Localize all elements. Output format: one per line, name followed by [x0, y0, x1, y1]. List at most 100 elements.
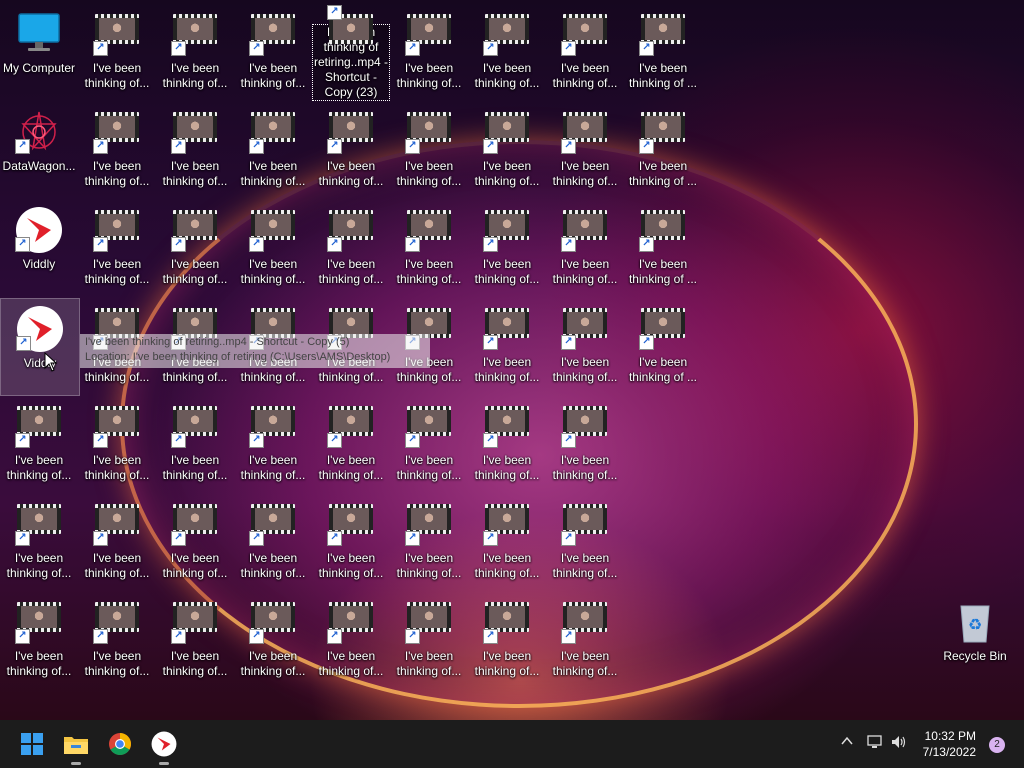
volume-button[interactable] — [890, 734, 908, 753]
video-shortcut-icon-item[interactable]: ↗ I've been thinking of... — [234, 102, 312, 198]
video-shortcut-icon-item[interactable]: ↗ I've been thinking of... — [312, 494, 390, 590]
video-shortcut-icon-item[interactable]: ↗ I've been thinking of... — [546, 298, 624, 394]
start-button[interactable] — [16, 728, 48, 760]
video-shortcut-icon-item[interactable]: ↗ I've been thinking of ... — [624, 102, 702, 198]
video-shortcut-label: I've been thinking of... — [396, 159, 462, 188]
running-indicator — [71, 762, 81, 765]
video-shortcut-icon-item[interactable]: ↗ I've been thinking of... — [390, 494, 468, 590]
video-shortcut-icon-item[interactable]: ↗ I've been thinking of... — [390, 592, 468, 688]
video-shortcut-icon-item[interactable]: ↗ I've been thinking of... — [78, 200, 156, 296]
video-shortcut-icon-item[interactable]: ↗ I've been thinking of... — [468, 200, 546, 296]
video-shortcut-label: I've been thinking of... — [240, 61, 306, 90]
shortcut-arrow-icon: ↗ — [405, 139, 420, 154]
video-shortcut-label: I've been thinking of... — [318, 551, 384, 580]
clock[interactable]: 10:32 PM 7/13/2022 — [923, 728, 976, 760]
video-shortcut-icon-item[interactable]: ↗ I've been thinking of... — [156, 396, 234, 492]
video-shortcut-icon-item[interactable]: ↗ I've been thinking of... — [234, 396, 312, 492]
video-thumbnail-icon: ↗ — [405, 500, 453, 548]
video-shortcut-label: I've been thinking of ... — [628, 159, 698, 188]
shortcut-arrow-icon: ↗ — [15, 629, 30, 644]
video-shortcut-icon-item[interactable]: ↗ I've been thinking of... — [546, 200, 624, 296]
shortcut-arrow-icon: ↗ — [93, 237, 108, 252]
video-shortcut-icon-item[interactable]: ↗ I've been thinking of... — [156, 102, 234, 198]
video-shortcut-icon-item[interactable]: ↗ I've been thinking of... — [156, 4, 234, 100]
shortcut-arrow-icon: ↗ — [561, 139, 576, 154]
show-hidden-icons-button[interactable] — [840, 734, 854, 751]
video-shortcut-icon-item[interactable]: ↗ I've been thinking of... — [78, 592, 156, 688]
video-shortcut-icon-item[interactable]: ↗ I've been thinking of... — [546, 4, 624, 100]
video-shortcut-icon-item[interactable]: ↗ I've been thinking of... — [156, 200, 234, 296]
video-thumbnail-icon: ↗ — [327, 108, 375, 156]
video-shortcut-icon-item[interactable]: ↗ I've been thinking of... — [546, 396, 624, 492]
svg-text:♻: ♻ — [968, 615, 982, 634]
video-shortcut-icon-item[interactable]: ↗ I've been thinking of... — [468, 102, 546, 198]
video-shortcut-icon-item[interactable]: ↗ I've been thinking of... — [468, 592, 546, 688]
video-shortcut-icon-item[interactable]: ↗ I've been thinking of ... — [624, 200, 702, 296]
video-shortcut-icon-item[interactable]: ↗ I've been thinking of... — [78, 494, 156, 590]
shortcut-arrow-icon: ↗ — [405, 237, 420, 252]
datawagon-icon-item[interactable]: ↗ DataWagon... — [0, 102, 78, 198]
recycle-bin-icon: ♻ — [951, 598, 999, 646]
video-shortcut-icon-item[interactable]: ↗ I've been thinking of... — [468, 494, 546, 590]
video-shortcut-icon-item[interactable]: ↗ I've been thinking of... — [234, 592, 312, 688]
video-shortcut-icon-item[interactable]: ↗ I've been thinking of... — [156, 592, 234, 688]
video-shortcut-icon-item[interactable]: ↗ I've been thinking of... — [234, 494, 312, 590]
video-shortcut-icon-item[interactable]: ↗ I've been thinking of... — [390, 396, 468, 492]
video-shortcut-icon-item[interactable]: ↗ I've been thinking of... — [390, 200, 468, 296]
notification-badge[interactable]: 2 — [989, 737, 1005, 753]
shortcut-arrow-icon: ↗ — [16, 336, 31, 351]
video-thumbnail-icon: ↗ — [171, 10, 219, 58]
video-shortcut-icon-item[interactable]: ↗ I've been thinking of... — [546, 102, 624, 198]
my-computer-icon-item[interactable]: My Computer — [0, 4, 78, 100]
video-thumbnail-icon: ↗ — [249, 598, 297, 646]
video-thumbnail-icon: ↗ — [639, 10, 687, 58]
video-shortcut-label: I've been thinking of... — [552, 355, 618, 384]
shortcut-arrow-icon: ↗ — [93, 139, 108, 154]
viddly-icon-item-1[interactable]: ↗ Viddly — [0, 200, 78, 296]
desktop[interactable]: My Computer ↗ DataWagon... ↗ Viddly ↗ Vi… — [0, 0, 1024, 720]
recycle-bin-icon-item[interactable]: ♻ Recycle Bin — [936, 592, 1014, 688]
video-shortcut-icon-item[interactable]: ↗ I've been thinking of... — [0, 396, 78, 492]
file-explorer-button[interactable] — [60, 728, 92, 765]
video-shortcut-icon-item[interactable]: ↗ I've been thinking of... — [234, 200, 312, 296]
video-shortcut-icon-item[interactable]: ↗ I've been thinking of... — [546, 592, 624, 688]
video-shortcut-label: I've been thinking of... — [396, 649, 462, 678]
windows-start-icon — [21, 733, 43, 755]
viddly-taskbar-button[interactable] — [148, 728, 180, 765]
video-shortcut-icon-item[interactable]: ↗ I've been thinking of... — [312, 200, 390, 296]
video-shortcut-icon-item[interactable]: ↗I've been thinking of retiring..mp4 - S… — [312, 4, 390, 101]
video-shortcut-label: I've been thinking of... — [240, 649, 306, 678]
video-shortcut-icon-item[interactable]: ↗ I've been thinking of... — [78, 396, 156, 492]
video-shortcut-icon-item[interactable]: ↗ I've been thinking of... — [468, 4, 546, 100]
video-shortcut-icon-item[interactable]: ↗ I've been thinking of... — [468, 396, 546, 492]
video-shortcut-icon-item[interactable]: ↗ I've been thinking of... — [312, 592, 390, 688]
video-shortcut-label: I've been thinking of... — [396, 257, 462, 286]
video-shortcut-icon-item[interactable]: ↗ I've been thinking of... — [156, 494, 234, 590]
video-shortcut-icon-item[interactable]: ↗ I've been thinking of ... — [624, 4, 702, 100]
video-shortcut-icon-item[interactable]: ↗ I've been thinking of... — [312, 396, 390, 492]
video-shortcut-icon-item[interactable]: ↗ I've been thinking of... — [0, 494, 78, 590]
video-shortcut-icon-item[interactable]: ↗ I've been thinking of... — [390, 102, 468, 198]
recycle-bin-label: Recycle Bin — [943, 649, 1007, 663]
video-thumbnail-icon: ↗ — [405, 402, 453, 450]
video-shortcut-label: I've been thinking of... — [84, 61, 150, 90]
shortcut-arrow-icon: ↗ — [249, 237, 264, 252]
video-shortcut-icon-item[interactable]: ↗ I've been thinking of... — [0, 592, 78, 688]
shortcut-arrow-icon: ↗ — [171, 237, 186, 252]
chrome-button[interactable] — [104, 728, 136, 760]
shortcut-arrow-icon: ↗ — [405, 629, 420, 644]
video-thumbnail-icon: ↗ — [483, 598, 531, 646]
video-thumbnail-icon: ↗ — [171, 598, 219, 646]
video-thumbnail-icon: ↗ — [93, 598, 141, 646]
video-shortcut-icon-item[interactable]: ↗ I've been thinking of... — [390, 4, 468, 100]
viddly-icon-item-2[interactable]: ↗ Viddly — [0, 298, 80, 396]
video-shortcut-icon-item[interactable]: ↗ I've been thinking of... — [78, 4, 156, 100]
video-shortcut-icon-item[interactable]: ↗ I've been thinking of... — [468, 298, 546, 394]
shortcut-arrow-icon: ↗ — [327, 5, 342, 20]
video-shortcut-icon-item[interactable]: ↗ I've been thinking of... — [234, 4, 312, 100]
video-shortcut-icon-item[interactable]: ↗ I've been thinking of... — [312, 102, 390, 198]
video-shortcut-icon-item[interactable]: ↗ I've been thinking of... — [546, 494, 624, 590]
video-shortcut-icon-item[interactable]: ↗ I've been thinking of ... — [624, 298, 702, 394]
network-button[interactable] — [866, 734, 884, 753]
video-shortcut-icon-item[interactable]: ↗ I've been thinking of... — [78, 102, 156, 198]
